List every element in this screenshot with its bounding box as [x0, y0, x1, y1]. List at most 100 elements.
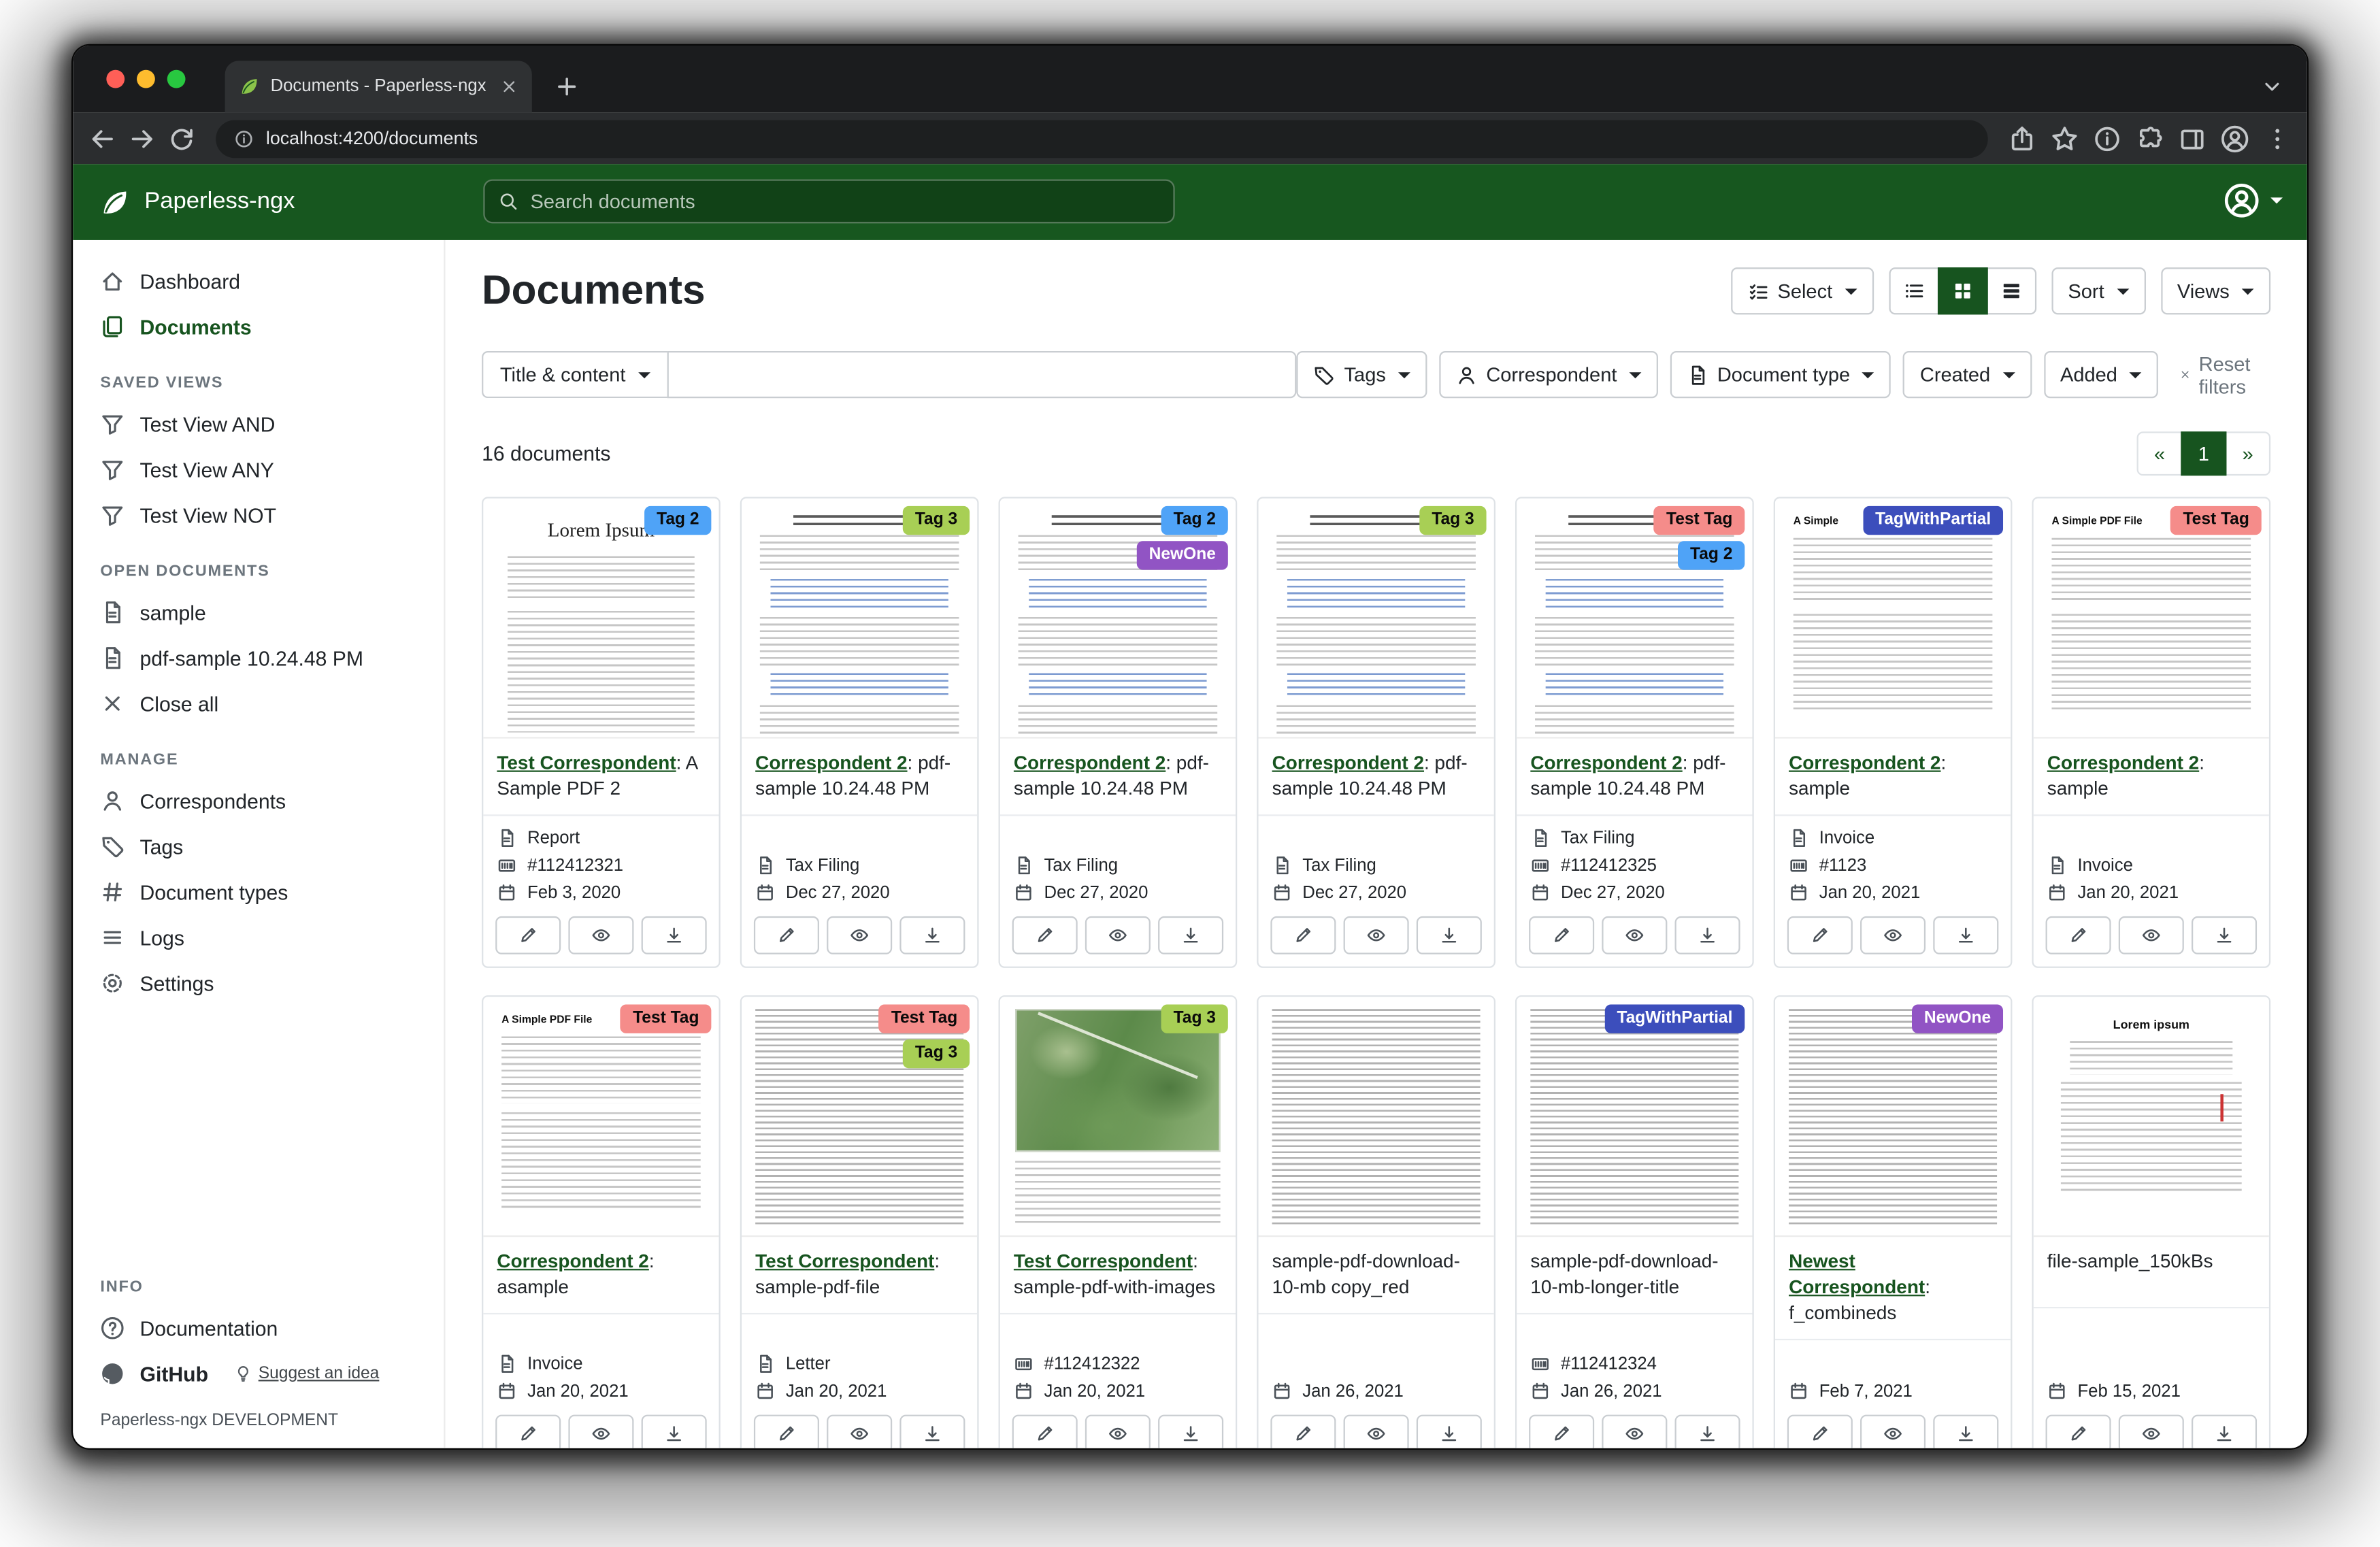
document-card[interactable]: A Simple TagWithPartial Correspondent 2:… — [1774, 497, 2013, 967]
document-thumbnail[interactable]: Tag 3 — [742, 499, 977, 739]
filter-text-input[interactable] — [667, 351, 1298, 398]
sidebar-item-document-types[interactable]: Document types — [73, 869, 444, 915]
edit-button[interactable] — [754, 916, 819, 954]
correspondent-link[interactable]: Newest Correspondent — [1789, 1250, 1925, 1297]
extension-info-icon[interactable] — [2093, 124, 2121, 152]
view-button[interactable] — [2119, 916, 2184, 954]
document-card[interactable]: Tag 3 Correspondent 2: pdf-sample 10.24.… — [1257, 497, 1495, 967]
tag-badge[interactable]: Test Tag — [1654, 506, 1745, 535]
pagination-page-1[interactable]: 1 — [2181, 431, 2226, 476]
download-button[interactable] — [2192, 1415, 2257, 1448]
edit-button[interactable] — [1270, 916, 1336, 954]
view-button[interactable] — [568, 916, 633, 954]
tab-search-button[interactable] — [2260, 74, 2285, 99]
sidebar-item-test-view-any[interactable]: Test View ANY — [73, 447, 444, 493]
view-button[interactable] — [568, 1415, 633, 1448]
document-card[interactable]: Lorem Ipsum Tag 2 Test Correspondent: A … — [482, 497, 721, 967]
document-card[interactable]: Tag 3 Correspondent 2: pdf-sample 10.24.… — [740, 497, 979, 967]
browser-tab[interactable]: Documents - Paperless-ngx — [225, 61, 532, 112]
document-title[interactable]: Correspondent 2: sample — [1775, 739, 2011, 816]
filter-correspondent-button[interactable]: Correspondent — [1439, 351, 1658, 398]
view-button[interactable] — [1602, 1415, 1667, 1448]
tag-badge[interactable]: TagWithPartial — [1863, 506, 2003, 535]
edit-button[interactable] — [1270, 1415, 1336, 1448]
edit-button[interactable] — [1787, 916, 1853, 954]
correspondent-link[interactable]: Correspondent 2 — [1530, 752, 1682, 774]
document-thumbnail[interactable]: A Simple PDF File Test Tag — [483, 997, 718, 1237]
document-title[interactable]: sample-pdf-download-10-mb copy_red — [1259, 1237, 1494, 1314]
edit-button[interactable] — [754, 1415, 819, 1448]
view-button[interactable] — [1344, 916, 1409, 954]
edit-button[interactable] — [1012, 916, 1078, 954]
filter-field-button[interactable]: Title & content — [482, 351, 667, 398]
document-title[interactable]: Test Correspondent: sample-pdf-with-imag… — [1000, 1237, 1236, 1314]
view-list-button[interactable] — [1889, 267, 1939, 314]
tag-badge[interactable]: Tag 3 — [903, 1039, 970, 1068]
download-button[interactable] — [1417, 916, 1482, 954]
document-card[interactable]: sample-pdf-download-10-mb copy_red Jan 2… — [1257, 995, 1495, 1448]
document-card[interactable]: Tag 3 Test Correspondent: sample-pdf-wit… — [999, 995, 1238, 1448]
document-thumbnail[interactable]: NewOne — [1775, 997, 2011, 1237]
filter-tags-button[interactable]: Tags — [1297, 351, 1427, 398]
download-button[interactable] — [2192, 916, 2257, 954]
reload-button[interactable] — [167, 124, 196, 152]
document-card[interactable]: Tag 2NewOne Correspondent 2: pdf-sample … — [999, 497, 1238, 967]
download-button[interactable] — [642, 1415, 707, 1448]
pagination-prev-button[interactable]: « — [2137, 431, 2183, 476]
correspondent-link[interactable]: Correspondent 2 — [497, 1250, 648, 1271]
document-thumbnail[interactable]: Test TagTag 3 — [742, 997, 977, 1237]
sidebar-item-documents[interactable]: Documents — [73, 304, 444, 350]
view-button[interactable] — [1344, 1415, 1409, 1448]
correspondent-link[interactable]: Correspondent 2 — [1272, 752, 1424, 774]
edit-button[interactable] — [1012, 1415, 1078, 1448]
correspondent-link[interactable]: Correspondent 2 — [755, 752, 907, 774]
view-button[interactable] — [1602, 916, 1667, 954]
document-thumbnail[interactable]: Lorem Ipsum Tag 2 — [483, 499, 718, 739]
view-button[interactable] — [1085, 916, 1151, 954]
sidebar-item-tags[interactable]: Tags — [73, 824, 444, 869]
download-button[interactable] — [899, 1415, 965, 1448]
sidebar-item-github[interactable]: GitHub Suggest an idea — [73, 1351, 444, 1397]
correspondent-link[interactable]: Correspondent 2 — [1014, 752, 1166, 774]
document-thumbnail[interactable]: Tag 3 — [1000, 997, 1236, 1237]
view-details-button[interactable] — [1986, 267, 2036, 314]
close-window-button[interactable] — [106, 70, 125, 88]
pagination-next-button[interactable]: » — [2225, 431, 2270, 476]
tag-badge[interactable]: NewOne — [1912, 1004, 2003, 1033]
browser-menu-icon[interactable] — [2263, 124, 2292, 152]
tag-badge[interactable]: NewOne — [1137, 541, 1228, 569]
download-button[interactable] — [1933, 1415, 1998, 1448]
filter-created-button[interactable]: Created — [1903, 351, 2031, 398]
view-button[interactable] — [1860, 1415, 1926, 1448]
tag-badge[interactable]: Tag 2 — [644, 506, 711, 535]
sidebar-item-correspondents[interactable]: Correspondents — [73, 778, 444, 824]
sidebar-item-settings[interactable]: Settings — [73, 961, 444, 1006]
view-button[interactable] — [1860, 916, 1926, 954]
correspondent-link[interactable]: Correspondent 2 — [2047, 752, 2199, 774]
document-thumbnail[interactable]: TagWithPartial — [1517, 997, 1752, 1237]
document-thumbnail[interactable]: Tag 2NewOne — [1000, 499, 1236, 739]
view-button[interactable] — [2119, 1415, 2184, 1448]
tab-close-icon[interactable] — [500, 78, 518, 96]
document-thumbnail[interactable]: A Simple PDF File Test Tag — [2034, 499, 2269, 739]
select-button[interactable]: Select — [1730, 267, 1873, 314]
document-title[interactable]: Correspondent 2: asample — [483, 1237, 718, 1314]
document-title[interactable]: Test Correspondent: sample-pdf-file — [742, 1237, 977, 1314]
view-button[interactable] — [827, 916, 892, 954]
tag-badge[interactable]: Tag 3 — [1419, 506, 1486, 535]
document-card[interactable]: NewOne Newest Correspondent: f_combineds… — [1774, 995, 2013, 1448]
extensions-puzzle-icon[interactable] — [2135, 124, 2164, 152]
app-brand[interactable]: Paperless-ngx — [99, 186, 295, 218]
side-panel-icon[interactable] — [2178, 124, 2207, 152]
edit-button[interactable] — [495, 916, 561, 954]
sidebar-item-dashboard[interactable]: Dashboard — [73, 259, 444, 304]
sort-button[interactable]: Sort — [2051, 267, 2145, 314]
sidebar-item-sample[interactable]: sample — [73, 590, 444, 635]
zoom-window-button[interactable] — [167, 70, 186, 88]
correspondent-link[interactable]: Test Correspondent — [755, 1250, 934, 1271]
document-card[interactable]: A Simple PDF File Test Tag Correspondent… — [2032, 497, 2270, 967]
bookmark-star-icon[interactable] — [2050, 124, 2079, 152]
document-thumbnail[interactable]: Test TagTag 2 — [1517, 499, 1752, 739]
document-title[interactable]: Correspondent 2: pdf-sample 10.24.48 PM — [742, 739, 977, 816]
view-button[interactable] — [1085, 1415, 1151, 1448]
